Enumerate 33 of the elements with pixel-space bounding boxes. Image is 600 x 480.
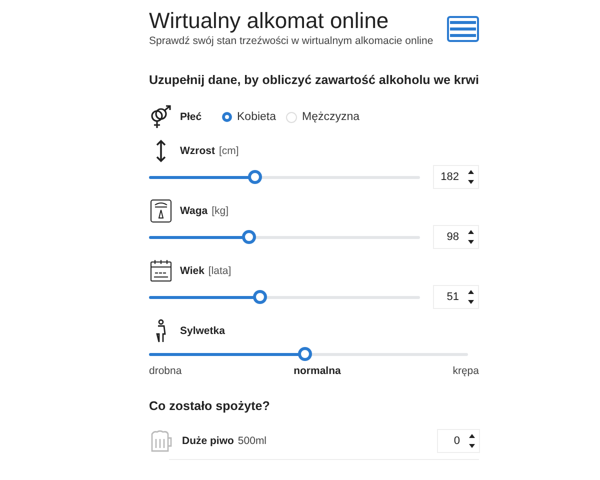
gender-label: Płeć [180, 111, 203, 123]
gender-radio[interactable]: Kobieta [222, 111, 276, 123]
unit-label: [cm] [219, 145, 239, 157]
field-label: Wzrost [180, 145, 215, 157]
unit-label: [lata] [208, 265, 232, 277]
slider[interactable] [149, 230, 420, 244]
section-heading: Uzupełnij dane, by obliczyć zawartość alkoholu we krwi [149, 73, 479, 87]
number-field[interactable]: 98 [433, 225, 479, 249]
menu-icon [450, 20, 476, 38]
field-label: Wiek [180, 265, 204, 277]
page-subtitle: Sprawdź swój stan trzeźwości w wirtualnym alkomacie online [149, 35, 434, 47]
unit-label: 500ml [238, 435, 267, 447]
slider-label: normalna [294, 365, 341, 377]
slider-label: drobna [149, 365, 182, 377]
slider[interactable] [149, 290, 420, 304]
gender-icon [150, 105, 172, 129]
drink-label: Duże piwo [182, 435, 234, 447]
field-label: Sylwetka [180, 325, 225, 337]
gender-radio[interactable]: Mężczyzna [286, 111, 360, 123]
page-title: Wirtualny alkomat online [149, 8, 390, 34]
number-field[interactable]: 182 [433, 165, 479, 189]
scale-icon [150, 199, 172, 223]
slider[interactable] [149, 347, 468, 361]
beer-mug-icon [150, 429, 174, 453]
number-field[interactable]: 51 [433, 285, 479, 309]
menu-button[interactable] [447, 16, 479, 42]
slider[interactable] [149, 170, 420, 184]
number-field[interactable]: 0 [437, 429, 480, 453]
calendar-icon [150, 259, 172, 283]
unit-label: [kg] [212, 205, 229, 217]
field-label: Waga [180, 205, 208, 217]
section-heading: Co zostało spożyte? [149, 399, 271, 413]
slider-label: krępa [452, 365, 479, 377]
